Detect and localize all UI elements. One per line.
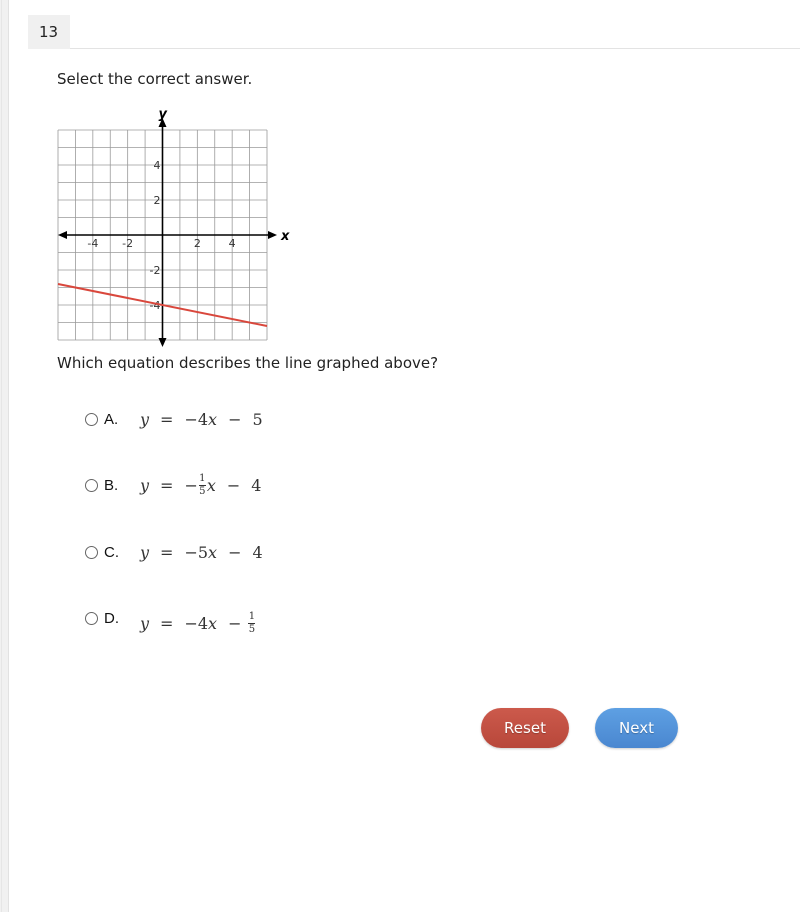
x-tick-label: 2 xyxy=(194,237,201,250)
frac-den: 5 xyxy=(248,623,256,635)
math-var: y xyxy=(140,475,150,495)
radio-button[interactable] xyxy=(85,478,98,492)
math-coef: −4 xyxy=(184,409,209,429)
math-const: 4 xyxy=(251,475,262,495)
math-equals: = xyxy=(160,475,174,495)
math-const: 5 xyxy=(252,409,263,429)
coordinate-graph: x y -4 -2 2 4 4 2 -2 -4 xyxy=(57,110,290,347)
frac-num: 1 xyxy=(199,472,206,484)
x-axis-left-arrow xyxy=(58,231,67,239)
math-var: y xyxy=(140,542,150,562)
math-op: − xyxy=(228,613,242,633)
y-tick-label: -2 xyxy=(150,264,161,277)
option-equation: y = −5 x − 4 xyxy=(140,543,263,562)
math-var: x xyxy=(206,475,216,495)
math-var: x xyxy=(208,613,218,633)
radio-button[interactable] xyxy=(85,545,98,559)
frac-den: 5 xyxy=(199,485,206,497)
option-equation: y = − 15x − 4 xyxy=(140,472,262,497)
option-b[interactable]: B. y = − 15x − 4 xyxy=(85,473,261,497)
math-fraction: 15 xyxy=(248,610,256,635)
x-axis-label: x xyxy=(280,229,290,244)
option-letter: C. xyxy=(104,543,119,561)
option-c[interactable]: C. y = −5 x − 4 xyxy=(85,540,263,564)
x-tick-label: -4 xyxy=(87,237,98,250)
next-button[interactable]: Next xyxy=(595,708,678,748)
math-equals: = xyxy=(160,613,174,633)
y-axis-label: y xyxy=(159,110,168,122)
option-d[interactable]: D. y = −4 x − 15 xyxy=(85,606,256,634)
y-tick-label: 4 xyxy=(154,159,161,172)
math-coef: −4 xyxy=(184,613,209,633)
question-text: Which equation describes the line graphe… xyxy=(57,354,439,372)
x-tick-label: 4 xyxy=(229,237,236,250)
math-coef: −5 xyxy=(184,542,209,562)
option-letter: B. xyxy=(104,476,119,494)
math-fraction: 15 xyxy=(198,472,206,497)
question-number: 13 xyxy=(28,15,70,49)
radio-button[interactable] xyxy=(85,412,98,426)
option-letter: D. xyxy=(104,609,119,627)
math-var: x xyxy=(208,409,218,429)
reset-button[interactable]: Reset xyxy=(481,708,569,748)
frac-num: 1 xyxy=(248,610,256,622)
instruction-text: Select the correct answer. xyxy=(57,70,253,88)
math-minus: − xyxy=(184,475,198,495)
y-axis-bottom-arrow xyxy=(158,338,167,347)
x-axis-right-arrow xyxy=(268,231,277,239)
option-equation: y = −4 x − 5 xyxy=(140,410,263,429)
math-op: − xyxy=(226,475,241,495)
math-op: − xyxy=(228,542,242,562)
math-equals: = xyxy=(160,409,174,429)
math-var: x xyxy=(208,542,218,562)
math-equals: = xyxy=(160,542,174,562)
y-tick-label: -4 xyxy=(150,299,161,312)
x-tick-label: -2 xyxy=(122,237,133,250)
math-op: − xyxy=(228,409,242,429)
option-letter: A. xyxy=(104,410,119,428)
math-var: y xyxy=(140,613,150,633)
y-tick-label: 2 xyxy=(154,194,161,207)
option-equation: y = −4 x − 15 xyxy=(140,610,256,635)
option-a[interactable]: A. y = −4 x − 5 xyxy=(85,407,263,431)
radio-button[interactable] xyxy=(85,611,98,625)
math-var: y xyxy=(140,409,150,429)
math-const: 4 xyxy=(252,542,263,562)
header-divider xyxy=(28,48,800,49)
left-rail xyxy=(0,0,9,912)
